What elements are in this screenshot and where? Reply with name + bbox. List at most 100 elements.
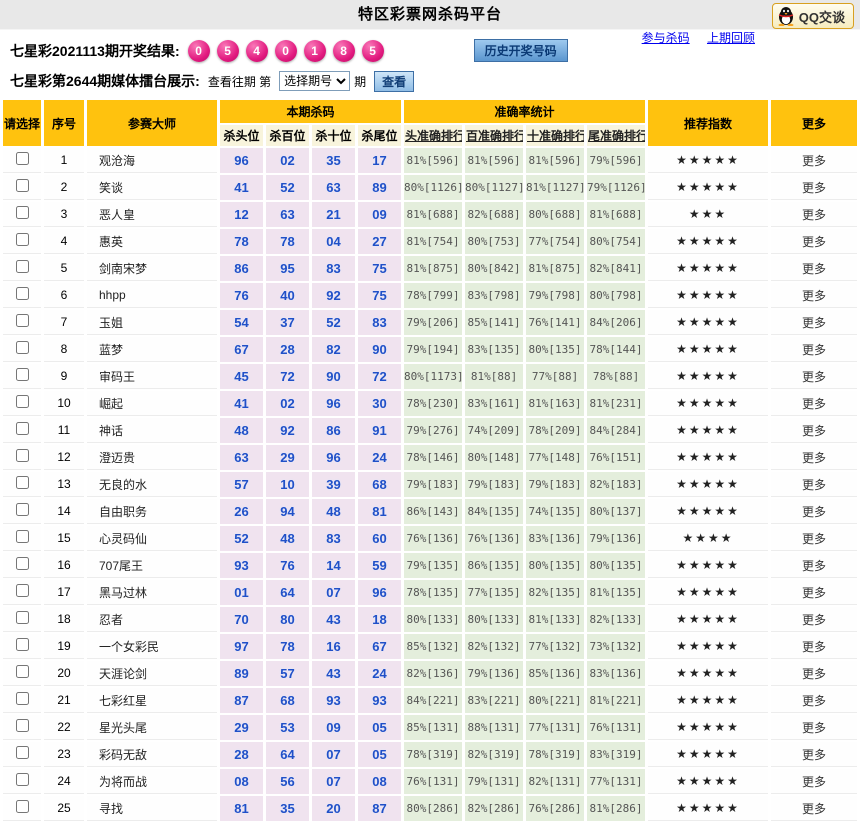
table-row: 15 心灵码仙 52 48 83 60 76%[136] 76%[136] 83… — [3, 526, 857, 551]
more-link[interactable]: 更多 — [802, 640, 826, 654]
row-index: 1 — [44, 148, 84, 173]
row-select-checkbox[interactable] — [16, 368, 29, 381]
more-cell: 更多 — [771, 607, 857, 632]
history-numbers-button[interactable]: 历史开奖号码 — [474, 39, 568, 62]
kill-head-value: 81 — [220, 796, 263, 821]
sort-hundred-accuracy-link[interactable]: 百准确排行 — [465, 125, 523, 146]
more-link[interactable]: 更多 — [802, 802, 826, 816]
row-select-checkbox[interactable] — [16, 746, 29, 759]
kill-tail-value: 87 — [358, 796, 401, 821]
more-link[interactable]: 更多 — [802, 694, 826, 708]
tail-accuracy-value: 80%[135] — [587, 553, 645, 578]
tail-accuracy-value: 81%[286] — [587, 796, 645, 821]
kill-ten-value: 20 — [312, 796, 355, 821]
kill-tail-value: 24 — [358, 661, 401, 686]
more-link[interactable]: 更多 — [802, 667, 826, 681]
head-accuracy-value: 81%[754] — [404, 229, 462, 254]
head-accuracy-value: 85%[131] — [404, 715, 462, 740]
row-select-cell — [3, 472, 41, 497]
star-rating: ★★★★★ — [648, 283, 768, 308]
row-select-checkbox[interactable] — [16, 206, 29, 219]
row-select-checkbox[interactable] — [16, 557, 29, 570]
more-link[interactable]: 更多 — [802, 478, 826, 492]
join-kill-code-link[interactable]: 参与杀码 — [642, 31, 690, 45]
kill-head-value: 87 — [220, 688, 263, 713]
row-select-checkbox[interactable] — [16, 530, 29, 543]
master-name: 自由职务 — [87, 499, 217, 524]
more-cell: 更多 — [771, 715, 857, 740]
star-rating: ★★★★★ — [648, 796, 768, 821]
row-select-checkbox[interactable] — [16, 476, 29, 489]
more-link[interactable]: 更多 — [802, 235, 826, 249]
more-link[interactable]: 更多 — [802, 424, 826, 438]
more-link[interactable]: 更多 — [802, 262, 826, 276]
row-select-checkbox[interactable] — [16, 233, 29, 246]
more-cell: 更多 — [771, 202, 857, 227]
result-ball: 8 — [333, 40, 355, 62]
row-select-checkbox[interactable] — [16, 260, 29, 273]
row-select-checkbox[interactable] — [16, 638, 29, 651]
header-accuracy-group: 准确率统计 — [404, 100, 645, 123]
more-link[interactable]: 更多 — [802, 505, 826, 519]
row-select-checkbox[interactable] — [16, 287, 29, 300]
row-select-checkbox[interactable] — [16, 314, 29, 327]
more-link[interactable]: 更多 — [802, 289, 826, 303]
more-link[interactable]: 更多 — [802, 370, 826, 384]
more-link[interactable]: 更多 — [802, 316, 826, 330]
more-link[interactable]: 更多 — [802, 451, 826, 465]
row-select-checkbox[interactable] — [16, 449, 29, 462]
table-row: 8 蓝梦 67 28 82 90 79%[194] 83%[135] 80%[1… — [3, 337, 857, 362]
more-link[interactable]: 更多 — [802, 586, 826, 600]
kill-head-value: 41 — [220, 175, 263, 200]
row-select-cell — [3, 148, 41, 173]
qq-chat-button[interactable]: QQ交谈 — [772, 3, 854, 29]
row-select-checkbox[interactable] — [16, 503, 29, 516]
row-select-checkbox[interactable] — [16, 692, 29, 705]
row-index: 9 — [44, 364, 84, 389]
row-select-checkbox[interactable] — [16, 665, 29, 678]
row-index: 5 — [44, 256, 84, 281]
ten-accuracy-value: 79%[798] — [526, 283, 584, 308]
row-index: 6 — [44, 283, 84, 308]
tail-accuracy-value: 73%[132] — [587, 634, 645, 659]
row-select-cell — [3, 715, 41, 740]
row-index: 24 — [44, 769, 84, 794]
row-select-checkbox[interactable] — [16, 584, 29, 597]
row-select-checkbox[interactable] — [16, 152, 29, 165]
more-link[interactable]: 更多 — [802, 613, 826, 627]
more-link[interactable]: 更多 — [802, 721, 826, 735]
kill-hundred-value: 02 — [266, 391, 309, 416]
more-link[interactable]: 更多 — [802, 154, 826, 168]
more-link[interactable]: 更多 — [802, 397, 826, 411]
master-name: 黑马过林 — [87, 580, 217, 605]
row-select-checkbox[interactable] — [16, 395, 29, 408]
kill-tail-value: 05 — [358, 742, 401, 767]
more-link[interactable]: 更多 — [802, 181, 826, 195]
more-link[interactable]: 更多 — [802, 775, 826, 789]
row-select-checkbox[interactable] — [16, 800, 29, 813]
row-select-checkbox[interactable] — [16, 719, 29, 732]
more-link[interactable]: 更多 — [802, 208, 826, 222]
issue-select[interactable]: 选择期号 — [279, 71, 350, 91]
row-select-checkbox[interactable] — [16, 611, 29, 624]
row-select-checkbox[interactable] — [16, 179, 29, 192]
last-issue-review-link[interactable]: 上期回顾 — [707, 31, 755, 45]
sort-head-accuracy-link[interactable]: 头准确排行 — [404, 125, 462, 146]
row-select-checkbox[interactable] — [16, 422, 29, 435]
more-link[interactable]: 更多 — [802, 343, 826, 357]
more-link[interactable]: 更多 — [802, 532, 826, 546]
row-select-checkbox[interactable] — [16, 341, 29, 354]
ten-accuracy-value: 77%[131] — [526, 715, 584, 740]
view-button[interactable]: 查看 — [374, 71, 414, 92]
master-name: 一个女彩民 — [87, 634, 217, 659]
sort-tail-accuracy-link[interactable]: 尾准确排行 — [587, 125, 645, 146]
kill-head-value: 86 — [220, 256, 263, 281]
kill-hundred-value: 02 — [266, 148, 309, 173]
sort-ten-accuracy-link[interactable]: 十准确排行 — [526, 125, 584, 146]
more-link[interactable]: 更多 — [802, 748, 826, 762]
tail-accuracy-value: 84%[206] — [587, 310, 645, 335]
more-cell: 更多 — [771, 769, 857, 794]
row-select-checkbox[interactable] — [16, 773, 29, 786]
more-link[interactable]: 更多 — [802, 559, 826, 573]
more-cell: 更多 — [771, 634, 857, 659]
